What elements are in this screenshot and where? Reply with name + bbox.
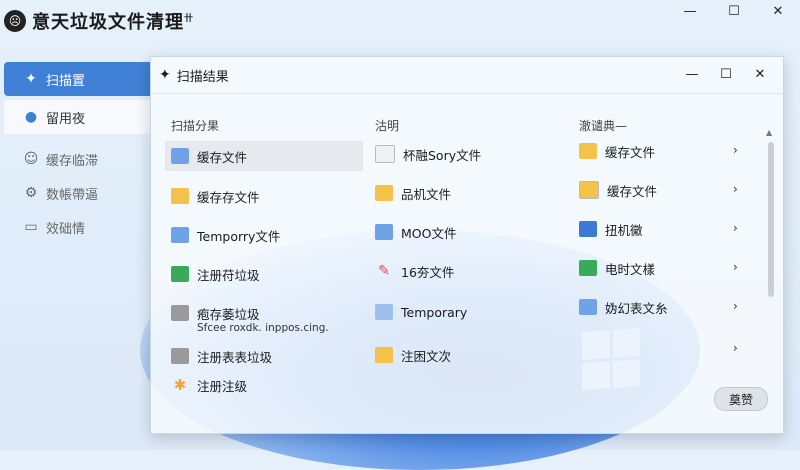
pin-icon: ✎ <box>378 263 390 279</box>
list-item[interactable]: MOO文件 <box>375 217 456 247</box>
window-controls: — ☐ ✕ <box>668 0 800 22</box>
mic-icon: ● <box>24 109 38 125</box>
app-logo-icon: ☹ <box>4 10 26 32</box>
list-item-label: 扭机黴 <box>605 222 643 238</box>
file-icon <box>171 227 189 243</box>
pinwheel-icon: ✱ <box>173 376 187 394</box>
chevron-right-icon[interactable]: › <box>733 143 738 157</box>
list-item-label: Temporary <box>401 304 468 320</box>
chevron-right-icon[interactable]: › <box>733 182 738 196</box>
file-icon <box>375 224 393 240</box>
chevron-right-icon[interactable]: › <box>733 341 738 355</box>
file-icon <box>375 304 393 320</box>
sidebar-item-label: 扫描置 <box>46 73 86 89</box>
sidebar-item-label: 数帳帶逼 <box>46 187 99 203</box>
sidebar-item-effect[interactable]: ▭ 效础情 <box>0 210 150 244</box>
maximize-button[interactable]: ☐ <box>712 0 756 22</box>
list-item[interactable]: 扭机黴 <box>579 214 643 244</box>
list-item-subtext: Sfcee roxdk. inppos.cing. <box>197 322 329 334</box>
chevron-right-icon[interactable]: › <box>733 221 738 235</box>
list-item[interactable]: 杯融Sory文件 <box>375 139 481 169</box>
cloud-icon <box>375 145 395 163</box>
list-item[interactable]: 注困文次 <box>375 340 451 370</box>
list-item-label: 16夯文件 <box>401 264 455 280</box>
folder-icon <box>171 188 189 204</box>
results-title: 扫描结果 <box>176 69 229 85</box>
windows-logo-icon <box>582 327 640 391</box>
results-maximize-button[interactable]: ☐ <box>709 61 743 87</box>
close-button[interactable]: ✕ <box>756 0 800 22</box>
mail-icon <box>579 260 597 276</box>
results-close-button[interactable]: ✕ <box>743 61 777 87</box>
list-item-label: 品机文件 <box>401 186 452 202</box>
shield-icon <box>579 221 597 237</box>
list-item-label: 电时文樣 <box>605 261 656 277</box>
list-item[interactable]: ✎ 16夯文件 <box>375 256 454 286</box>
folder-icon <box>579 181 599 199</box>
list-item[interactable]: 缓存文件 <box>165 141 363 171</box>
list-item-label: 疱存萎垃圾 <box>197 306 260 322</box>
document-icon: ▭ <box>24 219 38 235</box>
list-item[interactable]: 缓存文件 <box>579 136 655 166</box>
user-icon: ☺ <box>23 151 39 167</box>
list-item-label: Temporry文件 <box>197 228 281 244</box>
results-window-controls: — ☐ ✕ <box>675 61 777 87</box>
sidebar-item-label: 缓存临滞 <box>46 153 99 169</box>
pin-icon: ✦ <box>25 71 37 87</box>
scroll-up-icon[interactable]: ▲ <box>766 128 772 137</box>
list-item[interactable]: 注册表表垃圾 <box>171 341 272 371</box>
sidebar: ✦ 扫描置 ● 留用夜 ☺ 缓存临滞 ⚙ 数帳帶逼 ▭ 效础情 <box>0 62 150 244</box>
action-button[interactable]: 奠赞 <box>714 387 768 411</box>
column-header-category: 扫描分果 <box>171 119 220 133</box>
list-item-label: 注困文次 <box>401 348 452 364</box>
list-item-label: 杯融Sory文件 <box>403 147 482 163</box>
column-header-type: 澈谴典— <box>579 119 628 133</box>
list-item-label: MOO文件 <box>401 225 457 241</box>
minimize-button[interactable]: — <box>668 0 712 22</box>
list-item[interactable]: 注册苻垃圾 <box>171 259 260 289</box>
folder-icon <box>375 185 393 201</box>
file-icon <box>171 148 189 164</box>
list-item[interactable]: Temporry文件 <box>171 220 280 250</box>
sidebar-item-scan[interactable]: ✦ 扫描置 <box>4 62 150 96</box>
lock-icon <box>171 348 189 364</box>
column-header-description: 沽明 <box>375 119 400 133</box>
list-item[interactable]: 品机文件 <box>375 178 451 208</box>
sidebar-item-label: 效础情 <box>46 221 86 237</box>
list-item[interactable]: 电时文樣 <box>579 253 655 283</box>
folder-icon <box>375 347 393 363</box>
results-minimize-button[interactable]: — <box>675 61 709 87</box>
folder-icon <box>579 143 597 159</box>
list-item-label: 妫幻表文糸 <box>605 300 668 316</box>
list-item-label: 缓存文件 <box>607 183 658 199</box>
list-item[interactable]: 妫幻表文糸 <box>579 292 668 322</box>
file-icon <box>579 299 597 315</box>
scrollbar[interactable] <box>768 142 774 297</box>
sidebar-item-reserve[interactable]: ● 留用夜 <box>4 100 150 134</box>
app-title: 意天垃圾文件清理卄 <box>32 8 194 34</box>
trash-icon <box>171 305 189 321</box>
sidebar-item-cache[interactable]: ☺ 缓存临滞 <box>0 142 150 176</box>
list-item[interactable]: Temporary <box>375 297 467 327</box>
sidebar-item-label: 留用夜 <box>46 111 86 127</box>
list-item[interactable]: 缓存文件 <box>579 175 657 205</box>
gear-icon: ⚙ <box>24 185 38 201</box>
pin-icon: ✦ <box>159 67 171 83</box>
list-item-label: 注册表表垃圾 <box>197 349 273 365</box>
list-item-label: 注册苻垃圾 <box>197 267 260 283</box>
results-window: ✦ 扫描结果 — ☐ ✕ 扫描分果 沽明 澈谴典— 缓存文件 缓存存文件 Tem… <box>150 56 784 434</box>
list-item-label: 注册注级 <box>197 378 248 394</box>
sidebar-item-data[interactable]: ⚙ 数帳帶逼 <box>0 176 150 210</box>
title-bar: ☹ 意天垃圾文件清理卄 — ☐ ✕ <box>0 0 800 42</box>
list-item[interactable]: 缓存存文件 <box>171 181 260 211</box>
list-item-label: 缓存文件 <box>197 149 248 165</box>
list-item[interactable]: ✱ 注册注级 <box>171 370 247 400</box>
app-title-suffix: 卄 <box>184 14 195 24</box>
app-title-text: 意天垃圾文件清理 <box>32 12 184 33</box>
chevron-right-icon[interactable]: › <box>733 260 738 274</box>
chevron-right-icon[interactable]: › <box>733 299 738 313</box>
list-item-label: 缓存文件 <box>605 144 656 160</box>
registry-icon <box>171 266 189 282</box>
list-item-label: 缓存存文件 <box>197 189 260 205</box>
